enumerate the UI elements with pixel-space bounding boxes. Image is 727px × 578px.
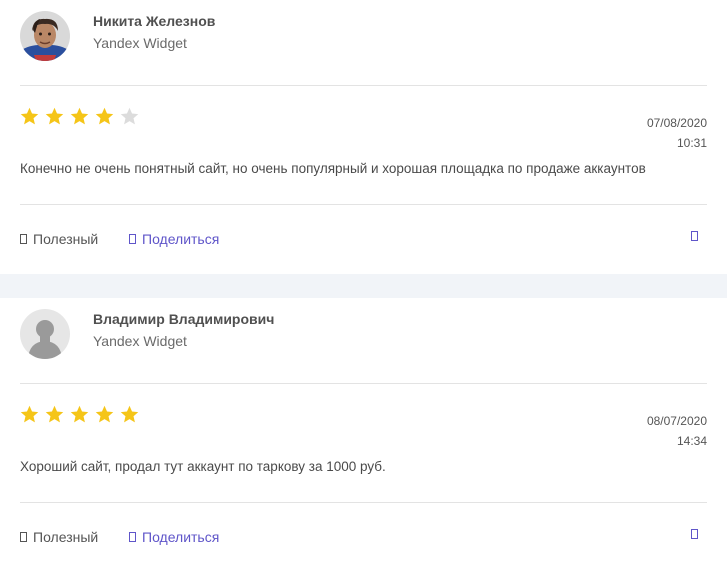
star-filled-icon bbox=[45, 405, 64, 423]
review-time: 14:34 bbox=[676, 434, 707, 448]
divider bbox=[20, 85, 707, 86]
default-user-silhouette-icon bbox=[20, 309, 70, 359]
review-text: Хороший сайт, продал тут аккаунт по тарк… bbox=[20, 459, 386, 474]
avatar[interactable] bbox=[20, 309, 70, 359]
share-label: Поделиться bbox=[142, 231, 220, 247]
star-filled-icon bbox=[95, 107, 114, 125]
review-date: 08/07/2020 bbox=[646, 414, 707, 428]
user-photo-icon bbox=[20, 11, 70, 61]
more-icon bbox=[691, 231, 698, 241]
divider bbox=[20, 204, 707, 205]
useful-label: Полезный bbox=[33, 529, 99, 545]
thumbs-up-icon bbox=[20, 234, 27, 244]
more-button[interactable] bbox=[691, 231, 698, 241]
useful-label: Полезный bbox=[33, 231, 99, 247]
star-filled-icon bbox=[20, 107, 39, 125]
divider bbox=[20, 502, 707, 503]
review-date: 07/08/2020 bbox=[646, 116, 707, 130]
share-icon bbox=[129, 234, 136, 244]
review-source: Yandex Widget bbox=[93, 35, 187, 51]
rating-stars bbox=[19, 404, 140, 425]
share-label: Поделиться bbox=[142, 529, 220, 545]
review-datetime: 07/08/2020 10:31 bbox=[647, 113, 707, 153]
more-button[interactable] bbox=[691, 529, 698, 539]
star-filled-icon bbox=[120, 405, 139, 423]
review-card: Владимир Владимирович Yandex Widget 08/0… bbox=[0, 298, 727, 578]
more-icon bbox=[691, 529, 698, 539]
review-time: 10:31 bbox=[676, 136, 707, 150]
useful-button[interactable]: Полезный bbox=[20, 529, 98, 545]
review-separator bbox=[0, 274, 727, 298]
review-card: Никита Железнов Yandex Widget 07/08/2020… bbox=[0, 0, 727, 274]
useful-button[interactable]: Полезный bbox=[20, 231, 98, 247]
rating-stars bbox=[19, 106, 140, 127]
divider bbox=[20, 383, 707, 384]
thumbs-up-icon bbox=[20, 532, 27, 542]
review-author: Владимир Владимирович bbox=[93, 311, 275, 327]
share-icon bbox=[129, 532, 136, 542]
star-filled-icon bbox=[20, 405, 39, 423]
star-filled-icon bbox=[45, 107, 64, 125]
review-text: Конечно не очень понятный сайт, но очень… bbox=[20, 161, 646, 176]
review-datetime: 08/07/2020 14:34 bbox=[647, 411, 707, 451]
share-button[interactable]: Поделиться bbox=[129, 529, 219, 545]
review-author: Никита Железнов bbox=[93, 13, 216, 29]
avatar[interactable] bbox=[20, 11, 70, 61]
star-filled-icon bbox=[70, 405, 89, 423]
star-filled-icon bbox=[70, 107, 89, 125]
review-source: Yandex Widget bbox=[93, 333, 187, 349]
star-empty-icon bbox=[120, 107, 139, 125]
share-button[interactable]: Поделиться bbox=[129, 231, 219, 247]
star-filled-icon bbox=[95, 405, 114, 423]
